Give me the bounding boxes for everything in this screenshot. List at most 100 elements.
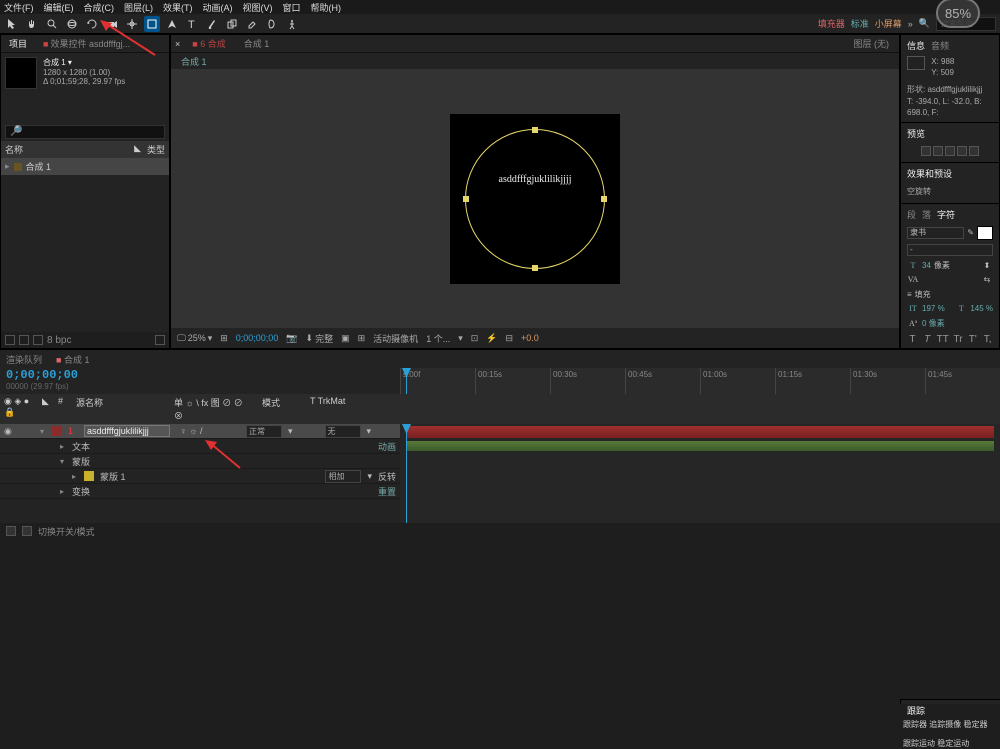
composition-canvas[interactable]: asddfffgjuklilikjjjj <box>450 114 620 284</box>
menu-view[interactable]: 视图(V) <box>243 1 273 14</box>
camera-dropdown[interactable]: 活动摄像机 <box>373 332 418 345</box>
toggle-switches-modes[interactable]: 切换开关/模式 <box>38 525 95 538</box>
project-item-comp[interactable]: ▸ 合成 1 <box>1 158 169 175</box>
layer-prop-text[interactable]: ▸ 文本 动画 <box>0 439 400 454</box>
menu-effect[interactable]: 效果(T) <box>163 1 193 14</box>
playhead-line[interactable] <box>406 424 407 523</box>
resolution-dropdown[interactable]: ⬇ 完整 <box>306 332 334 345</box>
fast-preview-icon[interactable]: ⚡ <box>486 333 497 344</box>
eraser-tool-icon[interactable] <box>244 16 260 32</box>
rotate-tool-icon[interactable] <box>84 16 100 32</box>
comp-tab-6[interactable]: ■ 6 合成 <box>186 37 231 50</box>
new-comp-icon[interactable] <box>33 335 43 345</box>
render-queue-tab[interactable]: 渲染队列 <box>6 353 42 366</box>
layer-row[interactable]: ◉ ▾ 1 ♀ ☼ / 正常▾ 无▾ <box>0 424 400 439</box>
project-search-input[interactable]: 🔎 <box>5 125 165 139</box>
selection-tool-icon[interactable] <box>4 16 20 32</box>
layer-mask-row[interactable]: ▸ 蒙版 1 相加▾ 反转 <box>0 469 400 484</box>
horz-scale-value[interactable]: 145 % <box>970 304 993 313</box>
font-family-dropdown[interactable]: 隶书 <box>907 227 964 239</box>
all-caps-icon[interactable]: TT <box>937 334 949 345</box>
trkmat-dropdown[interactable]: 无 <box>325 425 361 438</box>
play-icon[interactable] <box>945 146 955 156</box>
orbit-tool-icon[interactable] <box>64 16 80 32</box>
layer-prop-transform[interactable]: ▸ 变换 重置 <box>0 484 400 499</box>
layer-prop-mask-group[interactable]: ▾ 蒙版 <box>0 454 400 469</box>
small-caps-icon[interactable]: Tr <box>953 334 964 345</box>
menu-edit[interactable]: 编辑(E) <box>44 1 74 14</box>
layer-duration-bar[interactable] <box>406 426 994 438</box>
views-dropdown[interactable]: 1 个... <box>426 332 450 345</box>
roto-tool-icon[interactable] <box>264 16 280 32</box>
effects-presets-tab[interactable]: 效果和预设 <box>907 167 952 180</box>
paragraph-tab-r[interactable]: 落 <box>922 208 931 221</box>
blend-mode-dropdown[interactable]: 正常 <box>246 425 282 438</box>
audio-tab[interactable]: 音频 <box>931 39 949 52</box>
shape-tool-icon[interactable] <box>144 16 160 32</box>
prev-frame-icon[interactable] <box>933 146 943 156</box>
snapshot-icon[interactable]: 📷 <box>286 333 297 344</box>
menu-window[interactable]: 窗口 <box>283 1 301 14</box>
tracker-tab[interactable]: 跟踪 <box>907 704 925 717</box>
mask-name[interactable]: 蒙版 1 <box>100 470 126 483</box>
trash-icon[interactable] <box>155 335 165 345</box>
chevron-right-icon[interactable]: » <box>908 19 913 29</box>
camera-tool-icon[interactable] <box>104 16 120 32</box>
type-tool-icon[interactable]: T <box>184 16 200 32</box>
workspace-small[interactable]: 小屏幕 <box>875 17 902 30</box>
mask-handle-top[interactable] <box>532 127 538 133</box>
mask-invert-checkbox[interactable]: 反转 <box>378 470 396 483</box>
mask-color-label[interactable] <box>84 471 94 481</box>
preview-tab[interactable]: 预览 <box>907 127 925 140</box>
bpc-toggle[interactable]: 8 bpc <box>47 335 71 346</box>
info-tab[interactable]: 信息 <box>907 39 925 52</box>
interpret-footage-icon[interactable] <box>5 335 15 345</box>
layer-color-label[interactable] <box>52 426 62 436</box>
layout-dropdown[interactable]: 图层 (无) <box>848 37 896 50</box>
menu-help[interactable]: 帮助(H) <box>311 1 342 14</box>
clone-tool-icon[interactable] <box>224 16 240 32</box>
faux-bold-icon[interactable]: T <box>907 334 918 345</box>
paragraph-tab-p[interactable]: 段 <box>907 208 916 221</box>
effect-controls-tab[interactable]: ■效果控件 asddfffgj... <box>35 35 138 52</box>
puppet-tool-icon[interactable] <box>284 16 300 32</box>
resolution-toggle-icon[interactable]: ⊞ <box>220 333 228 344</box>
timeline-icon[interactable]: ⊟ <box>506 333 514 344</box>
mask-handle-right[interactable] <box>601 196 607 202</box>
time-ruler[interactable]: s:00f 00:15s 00:30s 00:45s 01:00s 01:15s… <box>400 368 1000 394</box>
exposure-value[interactable]: +0.0 <box>521 333 539 343</box>
project-col-name[interactable]: 名称 <box>5 143 128 156</box>
roi-icon[interactable]: ▣ <box>341 333 350 344</box>
composition-viewer[interactable]: asddfffgjuklilikjjjj <box>171 69 899 328</box>
stroke-options[interactable]: 填充 <box>915 289 931 300</box>
toggle-switch-icon[interactable] <box>6 526 16 536</box>
menu-layer[interactable]: 图层(L) <box>124 1 153 14</box>
eyedropper-icon[interactable]: ✎ <box>967 228 974 237</box>
menu-file[interactable]: 文件(F) <box>4 1 34 14</box>
subscript-icon[interactable]: T, <box>982 334 993 345</box>
comp-breadcrumb[interactable]: 合成 1 <box>171 53 899 69</box>
mask-mode-dropdown[interactable]: 相加 <box>325 470 361 483</box>
zoom-tool-icon[interactable] <box>44 16 60 32</box>
timeline-tracks[interactable] <box>400 424 1000 523</box>
pan-behind-tool-icon[interactable] <box>124 16 140 32</box>
zoom-dropdown[interactable]: 25% <box>188 333 206 343</box>
timeline-comp-tab[interactable]: ■ 合成 1 <box>56 353 89 366</box>
font-style-dropdown[interactable]: - <box>907 244 993 256</box>
comp-tab-name[interactable]: 合成 1 <box>238 37 276 50</box>
vert-scale-value[interactable]: 197 % <box>922 304 945 313</box>
toggle-switch-icon[interactable] <box>22 526 32 536</box>
faux-italic-icon[interactable]: T <box>922 334 933 345</box>
playhead[interactable] <box>406 368 407 394</box>
last-frame-icon[interactable] <box>969 146 979 156</box>
grid-icon[interactable]: ⊞ <box>358 333 366 344</box>
workspace-standard[interactable]: 标准 <box>851 17 869 30</box>
close-tab-icon[interactable]: × <box>175 39 180 49</box>
time-display[interactable]: 0;00;00;00 <box>236 333 279 343</box>
menu-animation[interactable]: 动画(A) <box>203 1 233 14</box>
transform-reset[interactable]: 重置 <box>378 485 396 498</box>
project-col-label-icon[interactable]: ◣ <box>134 143 141 156</box>
project-tab[interactable]: 项目 <box>1 35 35 52</box>
new-folder-icon[interactable] <box>19 335 29 345</box>
mask-ellipse-path[interactable] <box>465 129 605 269</box>
